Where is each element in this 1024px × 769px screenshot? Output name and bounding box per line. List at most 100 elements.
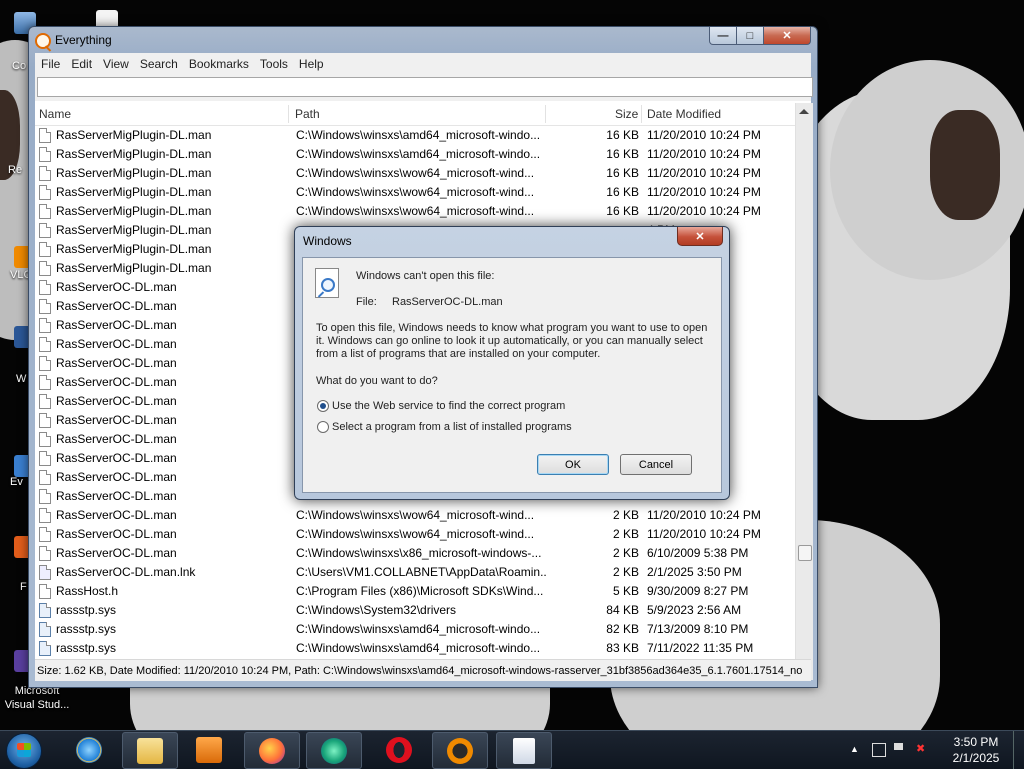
row-size: 16 KB — [606, 128, 639, 142]
menu-search[interactable]: Search — [135, 57, 183, 71]
start-button[interactable] — [6, 733, 42, 769]
table-row[interactable]: rassstp.sys C:\Windows\System32\drivers 84… — [35, 601, 795, 620]
taskbar-media-player[interactable] — [182, 732, 236, 767]
column-path-header[interactable]: Path — [295, 107, 320, 121]
installed-programs-option-label[interactable]: Select a program from a list of installe… — [332, 421, 572, 434]
taskbar-clock[interactable]: 3:50 PM 2/1/2025 — [944, 734, 1008, 766]
table-row[interactable]: RassHost.h C:\Program Files (x86)\Microso… — [35, 582, 795, 601]
network-icon[interactable] — [872, 743, 886, 757]
table-row[interactable]: RasServerMigPlugin-DL.man C:\Windows\wins… — [35, 183, 795, 202]
system-file-icon — [39, 603, 51, 618]
table-row[interactable]: RasServerOC-DL.man C:\Windows\winsxs\x86_… — [35, 544, 795, 563]
taskbar-document[interactable] — [496, 732, 552, 769]
minimize-icon: — — [717, 29, 729, 42]
file-icon — [39, 128, 51, 143]
row-date: 5/9/2023 2:56 AM — [647, 603, 742, 617]
search-input[interactable] — [37, 77, 813, 97]
file-icon — [39, 185, 51, 200]
row-date: 11/20/2010 10:24 PM — [647, 128, 761, 142]
column-divider[interactable] — [545, 105, 546, 123]
row-name: RasServerMigPlugin-DL.man — [56, 185, 212, 199]
file-icon — [39, 375, 51, 390]
close-icon: ✕ — [695, 230, 705, 243]
row-name: RasServerMigPlugin-DL.man — [56, 147, 212, 161]
row-size: 82 KB — [606, 622, 639, 636]
table-row[interactable]: RasServerMigPlugin-DL.man C:\Windows\wins… — [35, 164, 795, 183]
table-row[interactable]: RasServerMigPlugin-DL.man C:\Windows\wins… — [35, 126, 795, 145]
internet-explorer-icon — [76, 736, 102, 763]
web-service-radio[interactable] — [317, 400, 329, 412]
taskbar-internet-explorer[interactable] — [62, 732, 116, 767]
scroll-thumb[interactable] — [798, 545, 812, 561]
row-date: 7/11/2022 11:35 PM — [647, 641, 754, 655]
cancel-button[interactable]: Cancel — [620, 454, 692, 475]
table-row[interactable]: rassstp.sys C:\Windows\winsxs\amd64_micro… — [35, 620, 795, 639]
column-divider[interactable] — [641, 105, 642, 123]
desktop-icon-label: Re — [8, 164, 23, 176]
menu-bookmarks[interactable]: Bookmarks — [184, 57, 254, 71]
table-row[interactable]: RasServerMigPlugin-DL.man C:\Windows\wins… — [35, 145, 795, 164]
file-icon — [39, 527, 51, 542]
taskbar-file-explorer[interactable] — [122, 732, 178, 769]
row-size: 2 KB — [612, 527, 639, 541]
row-date: 11/20/2010 10:24 PM — [647, 527, 761, 541]
window-titlebar[interactable]: Everything — □ ✕ — [29, 27, 817, 53]
window-title: Everything — [55, 33, 112, 47]
file-icon — [39, 147, 51, 162]
menu-view[interactable]: View — [98, 57, 134, 71]
file-icon — [39, 489, 51, 504]
file-explorer-icon — [137, 737, 163, 764]
row-date: 9/30/2009 8:27 PM — [647, 584, 749, 598]
file-icon — [39, 261, 51, 276]
dialog-explanation: To open this file, Windows needs to know… — [316, 322, 708, 360]
vertical-scrollbar[interactable] — [795, 103, 813, 680]
file-icon — [39, 280, 51, 295]
table-row[interactable]: RasServerOC-DL.man.lnk C:\Users\VM1.COLLA… — [35, 563, 795, 582]
menu-tools[interactable]: Tools — [255, 57, 293, 71]
column-size-header[interactable]: Size — [615, 107, 638, 121]
volume-muted-icon[interactable]: ✖ — [916, 742, 928, 755]
taskbar-opera[interactable] — [372, 732, 426, 767]
row-name: RasServerMigPlugin-DL.man — [56, 223, 212, 237]
table-row[interactable]: RasServerOC-DL.man C:\Windows\winsxs\wow6… — [35, 525, 795, 544]
taskbar-browser[interactable] — [306, 732, 362, 769]
row-name: RasServerOC-DL.man — [56, 280, 177, 294]
ok-button[interactable]: OK — [537, 454, 609, 475]
close-button[interactable]: ✕ — [764, 27, 811, 45]
table-row[interactable]: RasServerOC-DL.man C:\Windows\winsxs\wow6… — [35, 506, 795, 525]
system-tray: ▲ ✖ 3:50 PM 2/1/2025 — [834, 731, 1024, 769]
file-icon — [39, 432, 51, 447]
table-row[interactable]: rassstp.sys C:\Windows\winsxs\amd64_micro… — [35, 639, 795, 658]
minimize-button[interactable]: — — [709, 27, 737, 45]
table-row[interactable]: RasServerMigPlugin-DL.man C:\Windows\wins… — [35, 202, 795, 221]
row-path: C:\Windows\winsxs\amd64_microsoft-windo.… — [296, 622, 541, 636]
column-divider[interactable] — [288, 105, 289, 123]
taskbar-everything[interactable] — [432, 732, 488, 769]
menu-help[interactable]: Help — [294, 57, 329, 71]
menu-file[interactable]: File — [35, 57, 65, 71]
show-hidden-icons-icon[interactable]: ▲ — [850, 744, 862, 756]
file-icon — [39, 508, 51, 523]
taskbar-firefox[interactable] — [244, 732, 300, 769]
row-size: 16 KB — [606, 185, 639, 199]
row-date: 11/20/2010 10:24 PM — [647, 508, 761, 522]
row-date: 11/20/2010 10:24 PM — [647, 204, 761, 218]
menu-edit[interactable]: Edit — [66, 57, 97, 71]
row-date: 11/20/2010 10:24 PM — [647, 185, 761, 199]
column-name-header[interactable]: Name — [39, 107, 71, 121]
row-name: RasServerOC-DL.man — [56, 337, 177, 351]
status-bar: Size: 1.62 KB, Date Modified: 11/20/2010… — [35, 659, 811, 681]
web-service-option-label[interactable]: Use the Web service to find the correct … — [332, 400, 565, 413]
row-size: 16 KB — [606, 166, 639, 180]
column-date-header[interactable]: Date Modified — [647, 107, 721, 121]
show-desktop-button[interactable] — [1013, 731, 1024, 769]
maximize-button[interactable]: □ — [737, 27, 764, 45]
browser-icon — [321, 737, 347, 764]
row-size: 2 KB — [612, 546, 639, 560]
dialog-close-button[interactable]: ✕ — [677, 227, 723, 246]
dialog-title: Windows — [303, 234, 352, 248]
installed-programs-radio[interactable] — [317, 421, 329, 433]
scroll-up-icon[interactable] — [799, 109, 809, 114]
action-center-flag-icon[interactable] — [894, 743, 908, 750]
file-icon — [39, 356, 51, 371]
